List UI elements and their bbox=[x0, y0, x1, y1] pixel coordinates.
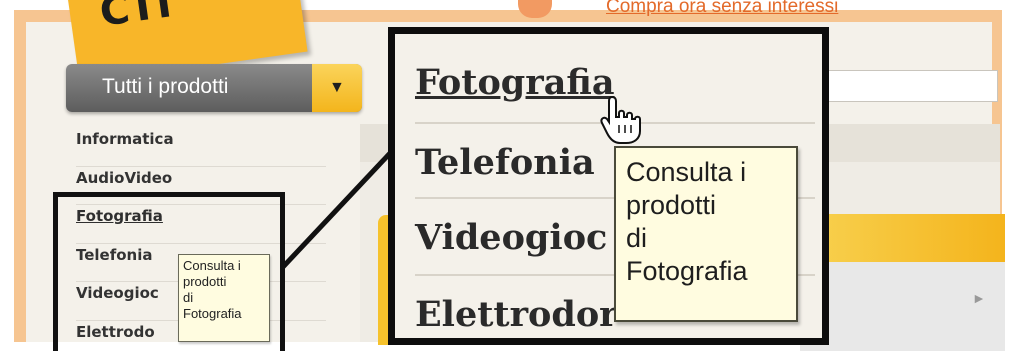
zoom-item-videogiochi[interactable]: Videogioc bbox=[415, 217, 607, 258]
tooltip-small: Consulta i prodotti di Fotografia bbox=[178, 254, 270, 342]
zoom-item-telefonia[interactable]: Telefonia bbox=[415, 142, 595, 183]
zoom-item-elettrodomestici[interactable]: Elettrodor bbox=[415, 294, 618, 335]
tooltip-large: Consulta i prodotti di Fotografia bbox=[614, 146, 798, 322]
zoom-item-fotografia[interactable]: Fotografia bbox=[415, 62, 615, 103]
hand-pointer-icon bbox=[600, 95, 641, 144]
